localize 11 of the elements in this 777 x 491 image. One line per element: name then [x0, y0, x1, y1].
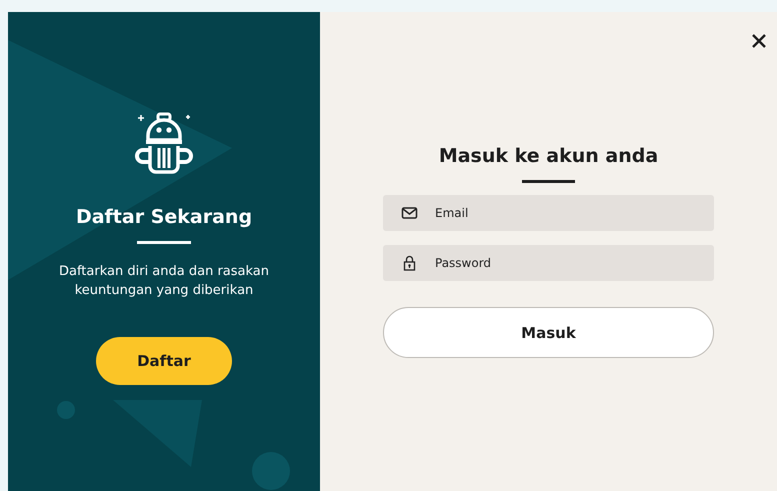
login-button[interactable]: Masuk: [383, 307, 714, 358]
robot-icon: [134, 112, 194, 176]
login-title: Masuk ke akun anda: [438, 145, 658, 167]
password-field[interactable]: Password: [383, 245, 714, 281]
close-icon[interactable]: [751, 33, 767, 49]
signup-button[interactable]: Daftar: [96, 337, 232, 385]
mail-icon: [401, 207, 418, 219]
signup-description: Daftarkan diri anda dan rasakan keuntungan yang diberikan: [58, 263, 270, 300]
email-field[interactable]: Email: [383, 195, 714, 231]
signup-title: Daftar Sekarang: [76, 206, 252, 228]
lock-icon: [403, 255, 416, 271]
